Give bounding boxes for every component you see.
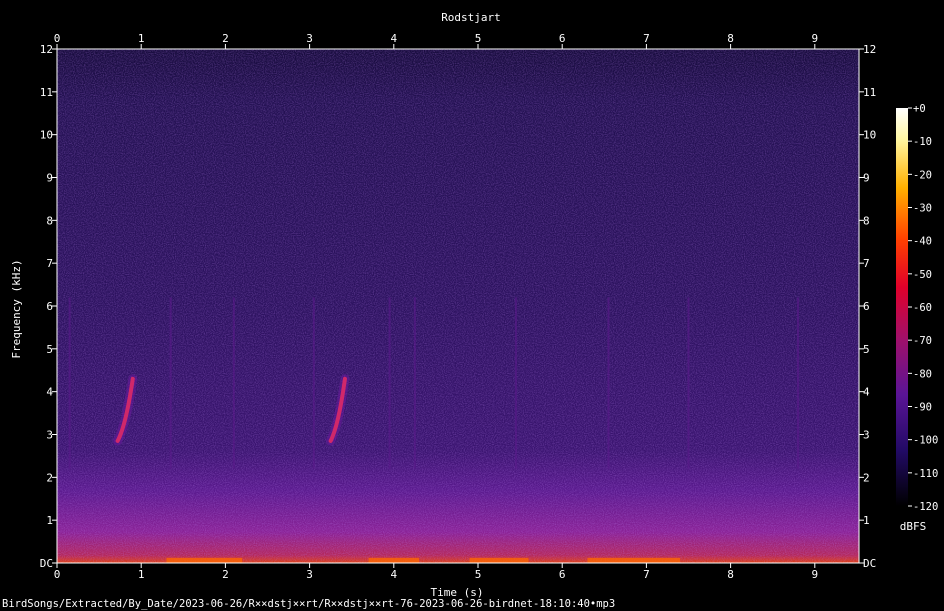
y-tick-label-left: 12: [40, 43, 53, 56]
colorbar-tick-label: +0: [913, 103, 926, 115]
x-tick-label-bottom: 3: [306, 568, 313, 581]
y-tick-label-right: 2: [863, 471, 870, 484]
y-tick-label-right: 5: [863, 343, 870, 356]
x-tick-label-top: 0: [54, 32, 61, 45]
y-tick-label-left: 2: [46, 471, 53, 484]
x-tick-label-bottom: 8: [727, 568, 734, 581]
low-freq-peak: [469, 557, 529, 563]
x-tick-label-top: 7: [643, 32, 650, 45]
x-tick-label-bottom: 1: [138, 568, 145, 581]
y-tick-label-left: 8: [46, 214, 53, 227]
y-tick-label-right: 3: [863, 429, 870, 442]
x-tick-label-top: 9: [811, 32, 818, 45]
colorbar-tick-label: -90: [913, 402, 932, 414]
y-tick-label-left: 3: [46, 429, 53, 442]
x-tick-label-bottom: 2: [222, 568, 229, 581]
y-tick-label-right: DC: [863, 557, 876, 570]
y-tick-label-left: 11: [40, 86, 53, 99]
colorbar-tick-label: -50: [913, 269, 932, 281]
colorbar-tick-label: -80: [913, 368, 932, 380]
x-tick-label-top: 2: [222, 32, 229, 45]
low-freq-peak: [166, 557, 243, 563]
y-tick-label-left: 7: [46, 257, 53, 270]
x-tick-label-top: 6: [559, 32, 566, 45]
spectrogram-plot-area: [56, 48, 860, 564]
y-tick-label-left: DC: [40, 557, 53, 570]
y-tick-label-left: 5: [46, 343, 53, 356]
low-freq-peak: [587, 557, 681, 563]
y-tick-label-left: 10: [40, 129, 53, 142]
x-tick-label-top: 5: [475, 32, 482, 45]
y-tick-label-right: 6: [863, 300, 870, 313]
y-axis-left: DC123456789101112: [40, 43, 57, 570]
spectrogram-noise-texture: [57, 49, 859, 563]
y-tick-label-left: 1: [46, 514, 53, 527]
x-axis-bottom: 0 1 2 3 4 5 6 7 8 9: [54, 563, 818, 581]
x-tick-label-top: 3: [306, 32, 313, 45]
low-freq-peak: [368, 557, 420, 563]
colorbar-tick-label: -10: [913, 136, 932, 148]
colorbar-tick-label: -70: [913, 335, 932, 347]
x-tick-label-top: 1: [138, 32, 145, 45]
y-axis-right: DC123456789101112: [859, 43, 876, 570]
colorbar-tick-label: -100: [913, 435, 938, 447]
x-axis-top: 0 1 2 3 4 5 6 7 8 9: [54, 32, 818, 49]
x-tick-label-bottom: 9: [811, 568, 818, 581]
x-tick-label-top: 4: [390, 32, 397, 45]
colorbar-tick-label: -20: [913, 169, 932, 181]
y-tick-label-left: 4: [46, 386, 53, 399]
x-tick-label-bottom: 5: [475, 568, 482, 581]
y-tick-label-right: 10: [863, 129, 876, 142]
x-tick-label-top: 8: [727, 32, 734, 45]
colorbar-label: dBFS: [900, 520, 927, 533]
x-tick-label-bottom: 7: [643, 568, 650, 581]
y-tick-label-right: 1: [863, 514, 870, 527]
spectrogram-chart: Rodstjart 0123456789 0123456789 DC123456…: [2, 11, 938, 610]
y-tick-label-right: 11: [863, 86, 876, 99]
colorbar-ticks: +0 -10 -20 -30 -40 -50 -60 -70 -80 -90 -100 -110 -12…: [908, 103, 938, 513]
chart-title: Rodstjart: [441, 11, 501, 24]
y-tick-label-right: 4: [863, 386, 870, 399]
colorbar-gradient: [896, 108, 908, 506]
colorbar-tick-label: -60: [913, 302, 932, 314]
y-tick-label-right: 7: [863, 257, 870, 270]
colorbar-tick-label: -120: [913, 501, 938, 513]
y-tick-label-left: 9: [46, 172, 53, 185]
y-tick-label-right: 12: [863, 43, 876, 56]
x-tick-label-bottom: 6: [559, 568, 566, 581]
y-tick-label-right: 9: [863, 172, 870, 185]
y-axis-label: Frequency (kHz): [10, 259, 23, 358]
colorbar-tick-label: -40: [913, 236, 932, 248]
x-tick-label-bottom: 0: [54, 568, 61, 581]
y-tick-label-right: 8: [863, 214, 870, 227]
colorbar: +0 -10 -20 -30 -40 -50 -60 -70 -80 -90 -100 -110 -12…: [896, 103, 938, 533]
colorbar-tick-label: -30: [913, 203, 932, 215]
x-tick-label-bottom: 4: [390, 568, 397, 581]
colorbar-tick-label: -110: [913, 468, 938, 480]
y-tick-label-left: 6: [46, 300, 53, 313]
footer-filename: BirdSongs/Extracted/By_Date/2023-06-26/R…: [2, 598, 615, 610]
